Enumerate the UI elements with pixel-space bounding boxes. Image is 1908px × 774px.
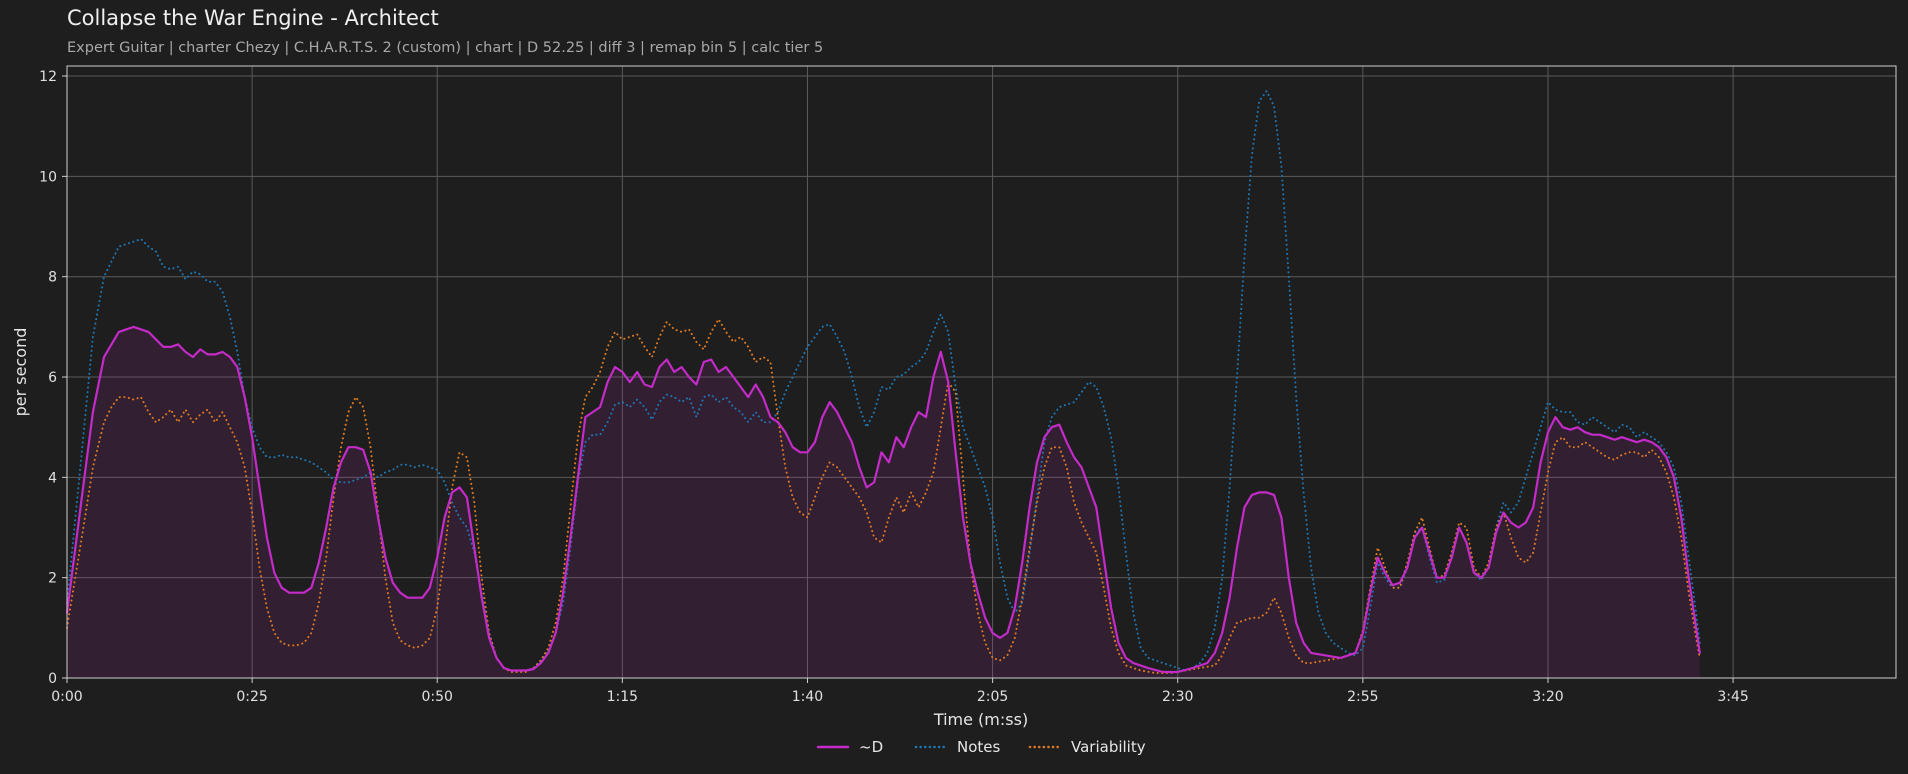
legend: ~D Notes Variability [816,738,1146,756]
y-tick-label: 10 [39,169,57,185]
x-tick-label: 3:45 [1717,689,1748,705]
y-tick-label: 8 [48,270,57,286]
y-tick-label: 6 [48,370,57,386]
y-axis-title: per second [11,328,30,417]
x-tick-label: 2:55 [1347,689,1378,705]
legend-label-2: Variability [1071,738,1146,756]
y-tick-label: 0 [48,671,57,687]
x-tick-label: 0:50 [422,689,453,705]
y-tick-label: 2 [48,571,57,587]
x-tick-label: 3:20 [1532,689,1563,705]
y-tick-label: 12 [39,69,57,85]
x-tick-label: 0:00 [51,689,82,705]
x-tick-label: 1:15 [607,689,638,705]
x-tick-label: 2:05 [977,689,1008,705]
x-tick-label: 1:40 [792,689,823,705]
legend-label-1: Notes [957,738,1001,756]
legend-label-0: ~D [859,738,883,756]
y-tick-label: 4 [48,470,57,486]
x-tick-label: 2:30 [1162,689,1193,705]
line-chart: 0:00 0:25 0:50 1:15 1:40 2:05 2:30 2:55 3:20 3:45… [11,65,1897,756]
x-tick-label: 0:25 [236,689,267,705]
x-axis-title: Time (m:ss) [933,710,1028,729]
